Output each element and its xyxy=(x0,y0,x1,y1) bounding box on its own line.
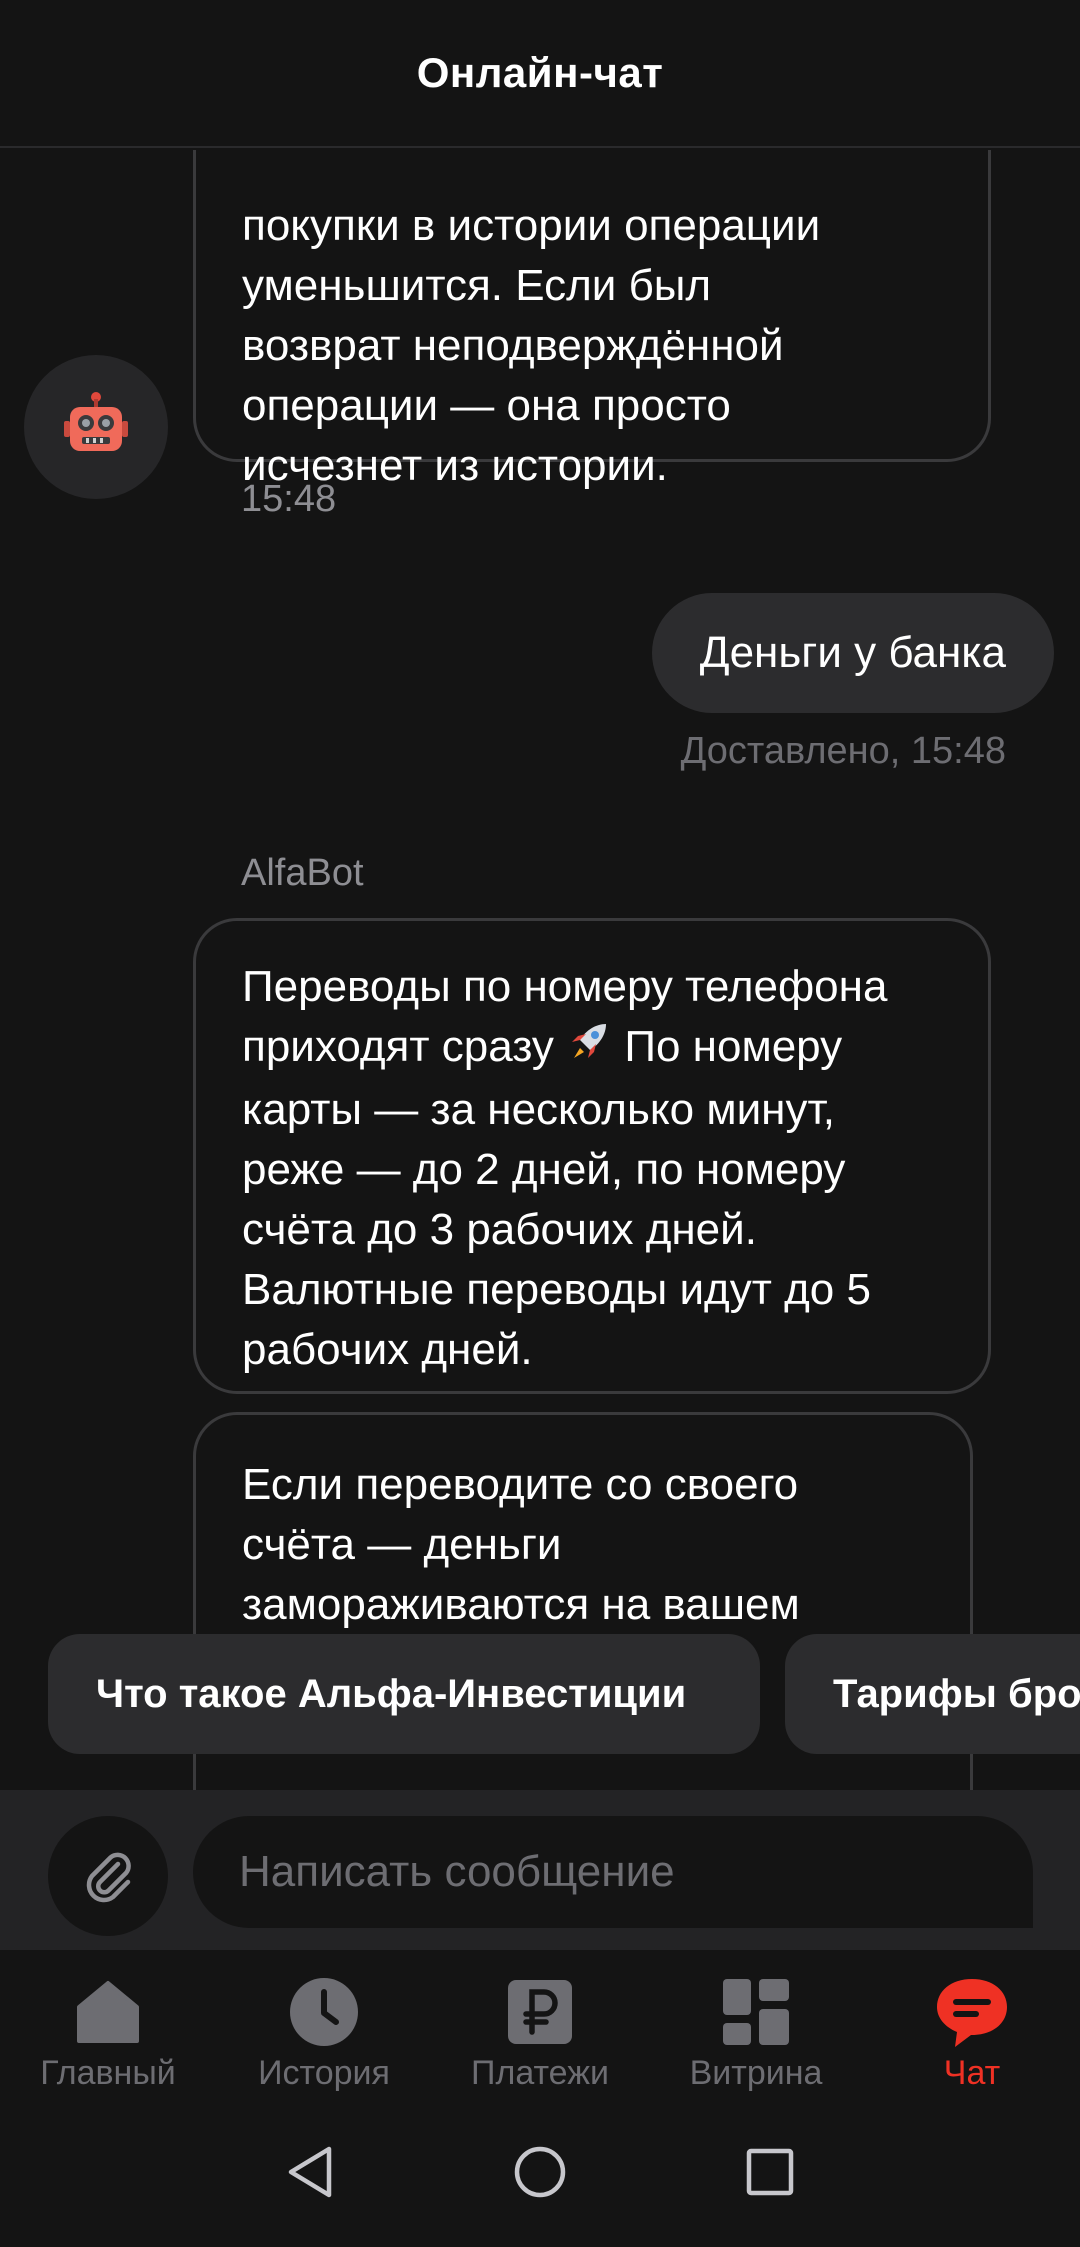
rocket-icon xyxy=(566,1018,612,1080)
chat-icon xyxy=(934,1974,1010,2050)
clock-icon xyxy=(286,1974,362,2050)
bot-avatar xyxy=(24,355,168,499)
suggestion-row: Что такое Альфа-Инвестиции Тарифы бро xyxy=(0,1634,1080,1754)
header: Онлайн-чат xyxy=(0,0,1080,148)
message-time: 15:48 xyxy=(241,478,337,520)
tab-payments[interactable]: Платежи xyxy=(432,1950,648,2102)
system-navigation-bar xyxy=(0,2102,1080,2247)
suggestion-chip[interactable]: Что такое Альфа-Инвестиции xyxy=(48,1634,760,1754)
tab-label: Платежи xyxy=(471,2054,609,2092)
tab-label: Главный xyxy=(40,2054,176,2092)
composer xyxy=(0,1790,1080,1950)
home-button[interactable] xyxy=(510,2145,570,2205)
tab-history[interactable]: История xyxy=(216,1950,432,2102)
tab-label: Витрина xyxy=(689,2054,823,2092)
chat-history[interactable]: покупки в истории операции уменьшится. Е… xyxy=(0,150,1080,1790)
user-message: Деньги у банка xyxy=(651,593,1054,713)
user-message-text: Деньги у банка xyxy=(699,628,1006,677)
ruble-icon xyxy=(502,1974,578,2050)
bot-message-text: По номеру карты — за несколько минут, ре… xyxy=(242,1022,871,1375)
home-circle-icon xyxy=(513,2145,567,2204)
back-button[interactable] xyxy=(280,2145,340,2205)
recents-square-icon xyxy=(745,2147,795,2202)
tab-showcase[interactable]: Витрина xyxy=(648,1950,864,2102)
paperclip-icon xyxy=(78,1844,138,1909)
suggestion-chip[interactable]: Тарифы бро xyxy=(785,1634,1080,1754)
sender-name: AlfaBot xyxy=(241,852,364,894)
home-icon xyxy=(70,1974,146,2050)
robot-icon xyxy=(60,389,132,466)
tab-label: Чат xyxy=(943,2054,1001,2092)
page-title: Онлайн-чат xyxy=(416,49,664,96)
tab-bar: Главный История Платежи Витрина Чат xyxy=(0,1950,1080,2102)
bot-message: Переводы по номеру телефона приходят сра… xyxy=(193,918,991,1394)
bot-message: покупки в истории операции уменьшится. Е… xyxy=(193,150,991,490)
grid-icon xyxy=(718,1974,794,2050)
back-triangle-icon xyxy=(285,2145,335,2204)
tab-main[interactable]: Главный xyxy=(0,1950,216,2102)
tab-label: История xyxy=(258,2054,390,2092)
recents-button[interactable] xyxy=(740,2145,800,2205)
message-input[interactable] xyxy=(193,1816,1033,1928)
tab-chat[interactable]: Чат xyxy=(864,1950,1080,2102)
delivery-status: Доставлено, 15:48 xyxy=(680,730,1006,772)
attach-button[interactable] xyxy=(48,1816,168,1936)
